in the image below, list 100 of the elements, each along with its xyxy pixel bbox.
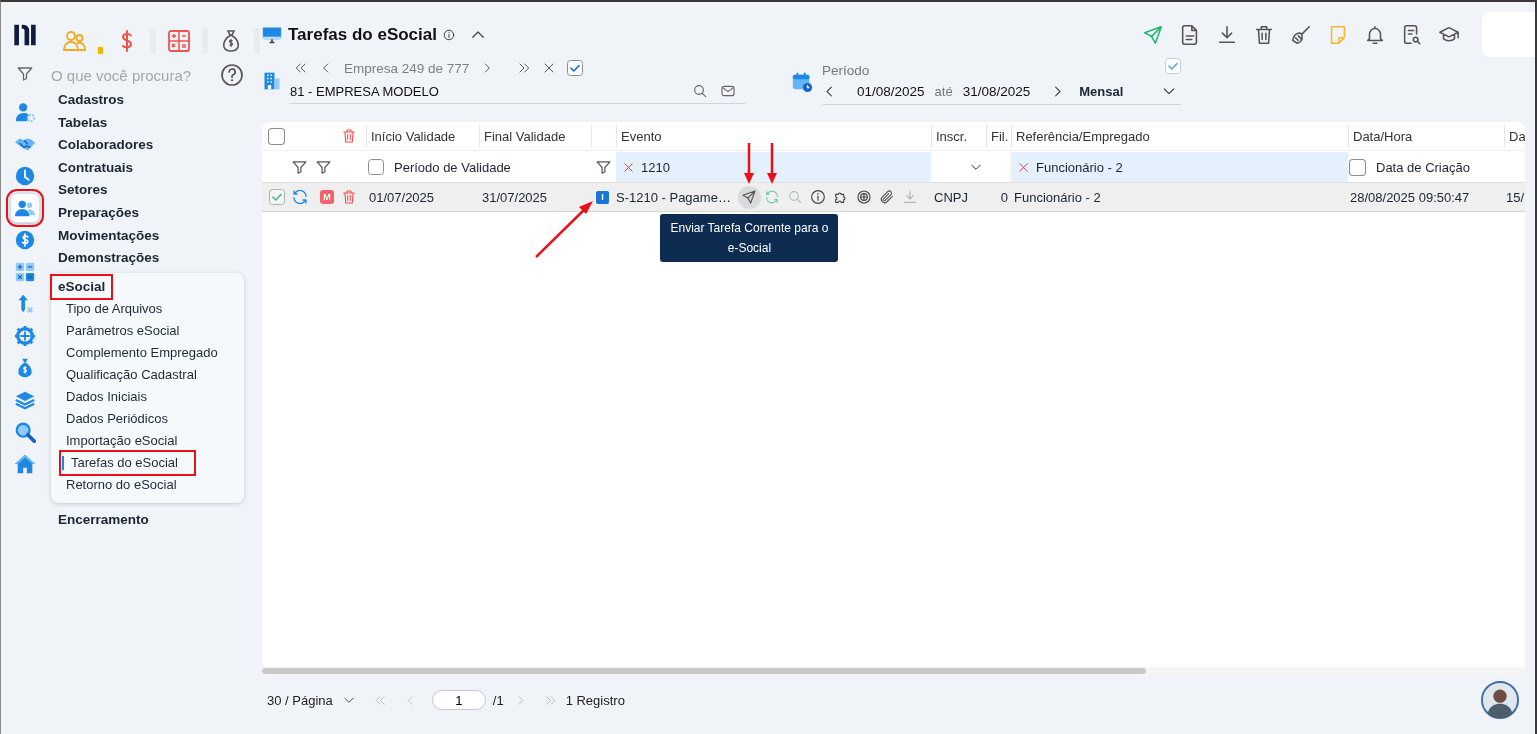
module-calculator-icon[interactable] — [167, 29, 191, 53]
help-icon[interactable] — [220, 63, 244, 87]
sync-icon[interactable] — [291, 188, 309, 206]
page-size-select[interactable]: 30 / Página — [267, 692, 356, 708]
end-date[interactable]: 31/08/2025 — [962, 83, 1031, 99]
frequency-select[interactable]: Mensal — [1079, 83, 1136, 99]
clear-icon[interactable] — [622, 160, 635, 174]
table-cell-text: 31/07/2025 — [481, 188, 549, 207]
menu-item[interactable]: Movimentações — [49, 224, 160, 248]
table-cell: S-1210 - Pagame… — [616, 189, 731, 205]
menu-item[interactable]: Cadastros — [49, 89, 125, 112]
blank-panel — [1482, 12, 1535, 57]
delete-icon[interactable] — [341, 128, 357, 144]
column-header[interactable]: Final Validade — [479, 125, 591, 147]
avatar[interactable] — [1481, 681, 1519, 719]
mail-icon[interactable] — [720, 83, 736, 99]
company-field[interactable]: 81 - EMPRESA MODELO — [290, 83, 680, 99]
column-header[interactable]: Fil. — [986, 125, 1011, 147]
gear-icon — [14, 325, 36, 347]
monitor-icon — [262, 25, 282, 45]
layers-icon — [14, 389, 36, 411]
menu-item[interactable]: Setores — [49, 179, 108, 202]
filter-icon[interactable] — [291, 158, 308, 176]
download-icon[interactable] — [1216, 24, 1238, 46]
filter-icon[interactable] — [16, 65, 34, 83]
delete-icon[interactable] — [341, 189, 357, 205]
menu-item[interactable]: Demonstrações — [49, 247, 160, 270]
dollar-icon — [14, 229, 36, 251]
table-cell-text: CNPJ — [933, 188, 969, 207]
menu-item[interactable]: Tabelas — [49, 111, 108, 135]
reference-filter[interactable]: Funcionário - 2 — [1036, 159, 1123, 175]
type-badge: I — [596, 190, 609, 204]
building-icon — [262, 71, 282, 91]
first-icon[interactable] — [294, 61, 308, 75]
page-field[interactable]: 1 — [431, 690, 486, 710]
filter-icon[interactable] — [315, 158, 332, 176]
page-total: /1 — [492, 692, 504, 708]
company-checkbox[interactable] — [567, 60, 584, 76]
column-header[interactable]: Evento — [616, 125, 931, 147]
period-label: Período — [822, 63, 870, 78]
paperclip-icon[interactable] — [879, 189, 896, 205]
document-search-icon[interactable] — [1401, 24, 1423, 46]
submenu-item[interactable]: Parâmetros eSocial — [51, 319, 180, 342]
calendar-icon — [791, 70, 813, 93]
table-cell-text: 15/ — [1505, 188, 1525, 207]
submenu-item[interactable]: Dados Periódicos — [51, 407, 168, 430]
submenu-item[interactable]: Tipo de Arquivos — [51, 297, 163, 320]
start-date[interactable]: 01/08/2025 — [857, 83, 925, 99]
submenu-item[interactable]: Qualificação Cadastral — [51, 363, 197, 386]
send-icon[interactable] — [741, 189, 758, 205]
search-field[interactable]: O que você procura? — [51, 66, 220, 84]
submenu-item[interactable]: Importação eSocial — [51, 429, 178, 452]
broom-icon[interactable] — [1290, 24, 1312, 46]
date-separator: até — [934, 83, 953, 99]
row-checkbox[interactable] — [269, 189, 285, 205]
filter-label: Data de Criação — [1376, 159, 1470, 175]
clear-icon[interactable] — [1017, 160, 1030, 174]
column-header[interactable]: Da — [1504, 125, 1525, 147]
user-gear-icon — [14, 101, 36, 123]
column-header[interactable]: Referência/Empregado — [1011, 125, 1348, 147]
submenu-item[interactable]: Complemento Empregado — [51, 341, 218, 364]
table-row[interactable]: M 01/07/2025 31/07/2025 I S-1210 - Pagame… CNPJ 0 Funcionário - 2 28/08/2025 09:50:47 15/ — [262, 182, 1525, 212]
tooltip: Enviar Tarefa Corrente para o e-Social — [660, 213, 839, 262]
calculator-icon — [14, 261, 36, 283]
menu-item[interactable]: Colaboradores — [49, 134, 154, 157]
record-count: 1 Registro — [565, 692, 625, 708]
menu-item[interactable]: Preparações — [49, 201, 140, 225]
menu-item[interactable]: Encerramento — [49, 508, 149, 532]
menu-item[interactable]: Contratuais — [49, 156, 133, 180]
close-icon[interactable] — [542, 61, 557, 75]
target-icon[interactable] — [856, 189, 873, 205]
filter-icon[interactable] — [595, 158, 612, 176]
event-filter[interactable]: 1210 — [641, 159, 670, 175]
send-icon[interactable] — [1142, 24, 1164, 46]
search-icon[interactable] — [692, 83, 708, 99]
submenu-item[interactable]: Tarefas do eSocial — [61, 451, 194, 474]
info-icon[interactable] — [810, 189, 827, 205]
submenu-item[interactable]: Retorno do eSocial — [51, 473, 177, 496]
table-cell-text: Funcionário - 2 — [1013, 188, 1102, 207]
table-cell-text: 28/08/2025 09:50:47 — [1349, 188, 1471, 207]
table-cell-text: 0 — [999, 188, 1009, 207]
home-icon — [14, 453, 36, 475]
status-badge: M — [320, 190, 334, 204]
app-logo[interactable] — [12, 22, 38, 48]
menu-item[interactable]: eSocial — [52, 275, 112, 298]
column-header[interactable]: Início Validade — [366, 125, 479, 147]
submenu-item[interactable]: Dados Iniciais — [51, 385, 147, 408]
period-checkbox[interactable] — [1165, 58, 1181, 74]
select-all-checkbox[interactable] — [268, 127, 285, 145]
horizontal-scrollbar[interactable] — [262, 667, 1525, 675]
column-header[interactable]: Data/Hora — [1348, 125, 1504, 147]
trash-icon[interactable] — [1253, 24, 1275, 46]
company-position: Empresa 249 de 777 — [344, 60, 470, 76]
filter-label: Período de Validade — [394, 159, 511, 175]
created-checkbox[interactable] — [1349, 158, 1366, 176]
column-header[interactable]: Inscr. — [931, 125, 986, 147]
info-icon[interactable] — [442, 29, 455, 41]
bell-icon[interactable] — [1364, 24, 1386, 46]
last-icon[interactable] — [517, 61, 532, 75]
validity-checkbox[interactable] — [368, 159, 384, 175]
